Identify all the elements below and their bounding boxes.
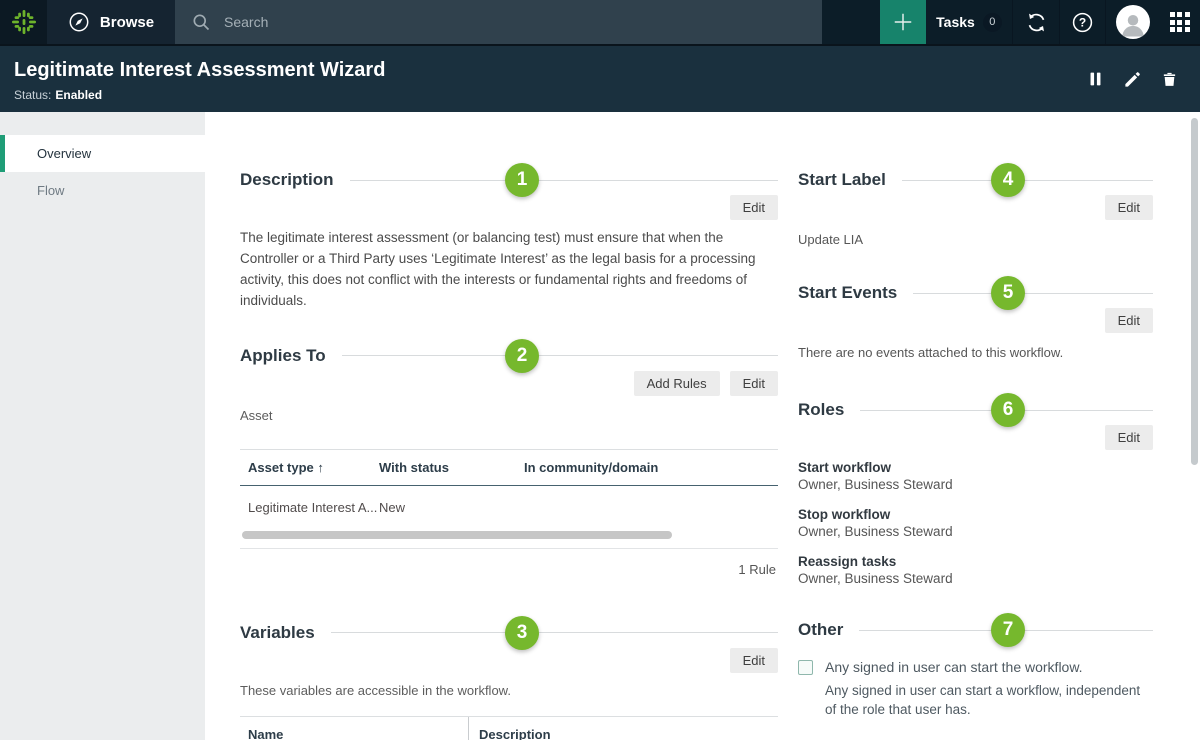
tasks-count-badge: 0 bbox=[983, 13, 1002, 32]
page-title: Legitimate Interest Assessment Wizard bbox=[14, 59, 385, 82]
step-badge-1: 1 bbox=[505, 163, 539, 197]
avatar bbox=[1116, 5, 1150, 39]
status-line: Status: Enabled bbox=[14, 88, 385, 102]
column-asset-type[interactable]: Asset type ↑ bbox=[240, 460, 379, 475]
vertical-scrollbar[interactable] bbox=[1191, 118, 1198, 465]
start-label-value: Update LIA bbox=[798, 232, 1153, 247]
description-text: The legitimate interest assessment (or b… bbox=[240, 228, 778, 312]
table-bottom-border bbox=[240, 548, 778, 549]
step-badge-6: 6 bbox=[991, 393, 1025, 427]
cell-with-status: New bbox=[379, 500, 524, 515]
column-community-domain[interactable]: In community/domain bbox=[524, 460, 778, 475]
apps-button[interactable] bbox=[1159, 0, 1200, 44]
any-user-label: Any signed in user can start the workflo… bbox=[825, 658, 1083, 677]
plus-icon bbox=[892, 11, 914, 33]
top-navigation-bar: Browse Tasks 0 bbox=[0, 0, 1200, 46]
role-entry-reassign-tasks: Reassign tasks Owner, Business Steward bbox=[798, 554, 1153, 586]
start-events-edit-button[interactable]: Edit bbox=[1105, 308, 1153, 333]
option-any-signed-in-user: Any signed in user can start the workflo… bbox=[798, 658, 1153, 720]
rule-count: 1 Rule bbox=[240, 562, 778, 577]
applies-to-title: Applies To bbox=[240, 346, 326, 366]
tasks-label: Tasks bbox=[936, 14, 975, 30]
sidebar-item-overview[interactable]: Overview bbox=[0, 135, 205, 172]
sync-icon bbox=[1025, 11, 1048, 34]
variables-edit-button[interactable]: Edit bbox=[730, 648, 778, 673]
column-name[interactable]: Name bbox=[240, 717, 468, 740]
section-roles: Roles 6 Edit Start workflow Owner, Busin… bbox=[798, 400, 1153, 586]
description-title: Description bbox=[240, 170, 334, 190]
start-events-title: Start Events bbox=[798, 283, 897, 303]
step-badge-7: 7 bbox=[991, 613, 1025, 647]
sidebar: Overview Flow bbox=[0, 112, 205, 740]
browse-button[interactable]: Browse bbox=[47, 0, 175, 44]
section-other: Other 7 Any signed in user can start the… bbox=[798, 620, 1153, 740]
sidebar-item-flow[interactable]: Flow bbox=[0, 172, 205, 209]
section-rule bbox=[350, 180, 778, 181]
description-edit-button[interactable]: Edit bbox=[730, 195, 778, 220]
brand-logo-icon bbox=[10, 8, 38, 36]
horizontal-scrollbar[interactable] bbox=[242, 531, 672, 539]
tasks-button[interactable]: Tasks 0 bbox=[926, 0, 1012, 44]
section-rule bbox=[331, 632, 778, 633]
section-rule bbox=[913, 293, 1153, 294]
topbar-actions: Tasks 0 ? bbox=[822, 0, 1200, 44]
roles-edit-button[interactable]: Edit bbox=[1105, 425, 1153, 450]
section-rule bbox=[902, 180, 1153, 181]
edit-pencil-icon[interactable] bbox=[1123, 70, 1142, 89]
svg-text:?: ? bbox=[1079, 15, 1086, 29]
section-applies-to: Applies To 2 Add Rules Edit Asset Asset … bbox=[240, 346, 778, 577]
compass-icon bbox=[68, 11, 90, 33]
create-button[interactable] bbox=[880, 0, 926, 44]
topbar-spacer bbox=[822, 0, 880, 44]
applies-to-edit-button[interactable]: Edit bbox=[730, 371, 778, 396]
step-badge-4: 4 bbox=[991, 163, 1025, 197]
apps-grid-icon bbox=[1170, 12, 1190, 32]
column-description[interactable]: Description bbox=[468, 717, 778, 740]
section-start-label: Start Label 4 Edit Update LIA bbox=[798, 170, 1153, 247]
global-search[interactable] bbox=[175, 0, 822, 44]
sync-button[interactable] bbox=[1012, 0, 1059, 44]
step-badge-5: 5 bbox=[991, 276, 1025, 310]
table-row[interactable]: Legitimate Interest A... New bbox=[240, 486, 778, 525]
status-label: Status: bbox=[14, 88, 51, 102]
browse-label: Browse bbox=[100, 14, 154, 31]
step-badge-2: 2 bbox=[505, 339, 539, 373]
help-button[interactable]: ? bbox=[1059, 0, 1105, 44]
search-icon bbox=[191, 12, 211, 32]
role-entry-stop-workflow: Stop workflow Owner, Business Steward bbox=[798, 507, 1153, 539]
start-label-title: Start Label bbox=[798, 170, 886, 190]
role-entry-start-workflow: Start workflow Owner, Business Steward bbox=[798, 460, 1153, 492]
add-rules-button[interactable]: Add Rules bbox=[634, 371, 720, 396]
variables-table: Name Description mandatoryRoleIds Please… bbox=[240, 716, 778, 740]
section-description: Description 1 Edit The legitimate intere… bbox=[240, 170, 778, 312]
start-events-empty-text: There are no events attached to this wor… bbox=[798, 345, 1153, 360]
start-label-edit-button[interactable]: Edit bbox=[1105, 195, 1153, 220]
delete-trash-icon[interactable] bbox=[1161, 70, 1178, 89]
column-with-status[interactable]: With status bbox=[379, 460, 524, 475]
cell-asset-type: Legitimate Interest A... bbox=[240, 500, 379, 515]
roles-title: Roles bbox=[798, 400, 844, 420]
variables-subtitle: These variables are accessible in the wo… bbox=[240, 683, 778, 698]
user-menu[interactable] bbox=[1105, 0, 1159, 44]
app-logo[interactable] bbox=[0, 0, 47, 44]
section-start-events: Start Events 5 Edit There are no events … bbox=[798, 283, 1153, 360]
other-title: Other bbox=[798, 620, 843, 640]
rules-table: Asset type ↑ With status In community/do… bbox=[240, 449, 778, 577]
sort-asc-icon: ↑ bbox=[317, 460, 324, 475]
search-input[interactable] bbox=[224, 14, 792, 30]
pause-workflow-icon[interactable] bbox=[1087, 70, 1104, 88]
person-icon bbox=[1118, 9, 1148, 39]
any-user-description: Any signed in user can start a workflow,… bbox=[825, 681, 1153, 720]
help-icon: ? bbox=[1071, 11, 1094, 34]
section-rule bbox=[342, 355, 778, 356]
cell-community-domain bbox=[524, 500, 778, 515]
page-header: Legitimate Interest Assessment Wizard St… bbox=[0, 46, 1200, 112]
step-badge-3: 3 bbox=[505, 616, 539, 650]
variables-title: Variables bbox=[240, 623, 315, 643]
applies-to-scope: Asset bbox=[240, 408, 778, 423]
main-content: Description 1 Edit The legitimate intere… bbox=[205, 112, 1200, 740]
section-variables: Variables 3 Edit These variables are acc… bbox=[240, 623, 778, 740]
status-value: Enabled bbox=[55, 88, 102, 102]
any-user-checkbox[interactable] bbox=[798, 660, 813, 675]
